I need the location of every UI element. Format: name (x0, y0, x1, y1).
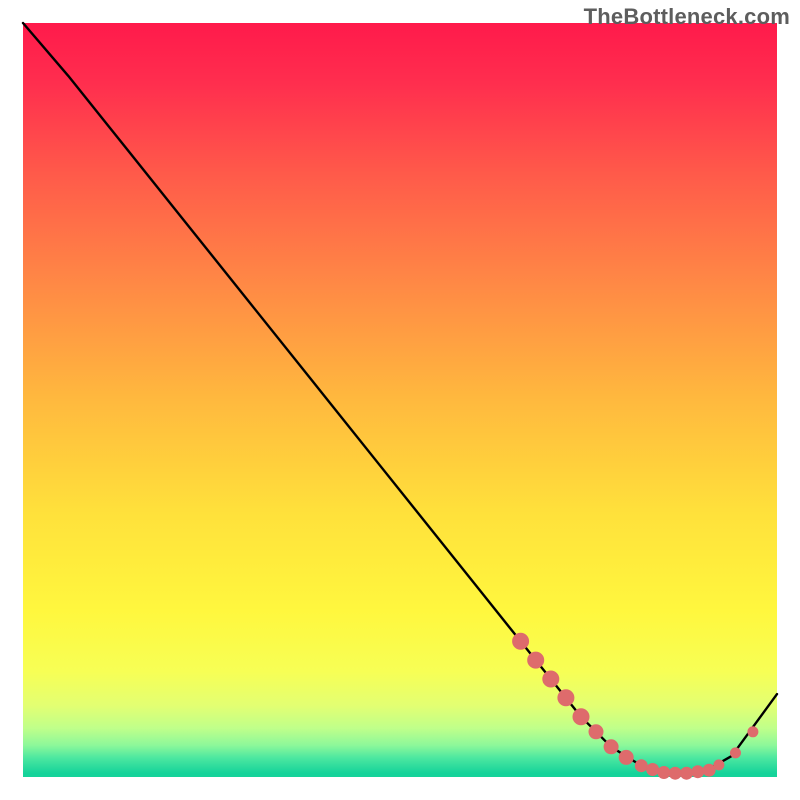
curve-marker (647, 764, 659, 776)
curve-marker (681, 767, 693, 779)
curve-marker (748, 727, 758, 737)
curve-marker (731, 748, 741, 758)
curve-marker (619, 750, 633, 764)
curve-marker (573, 709, 589, 725)
curve-marker (513, 633, 529, 649)
curve-marker (658, 767, 670, 779)
curve-marker (703, 764, 715, 776)
curve-marker (692, 766, 704, 778)
curve-marker (558, 690, 574, 706)
curve-marker (714, 760, 724, 770)
bottleneck-chart (0, 0, 800, 800)
curve-marker (528, 652, 544, 668)
curve-marker (604, 740, 618, 754)
curve-marker (589, 725, 603, 739)
plot-background (23, 23, 777, 777)
chart-container: TheBottleneck.com (0, 0, 800, 800)
watermark-label: TheBottleneck.com (584, 4, 790, 30)
curve-marker (543, 671, 559, 687)
curve-marker (635, 760, 647, 772)
curve-marker (669, 767, 681, 779)
